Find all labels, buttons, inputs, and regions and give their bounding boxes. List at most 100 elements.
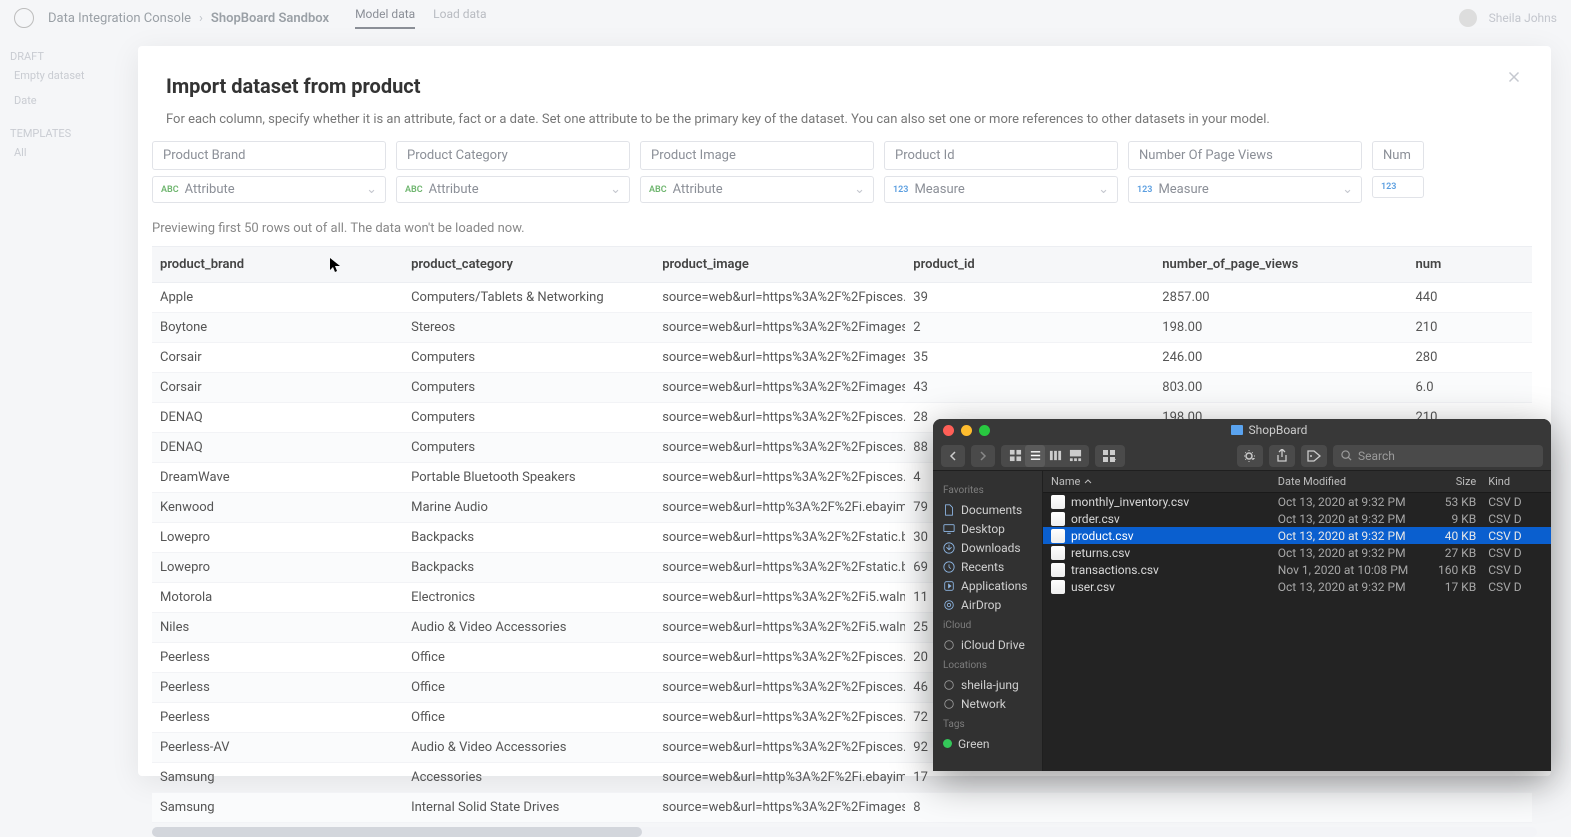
column-name-input[interactable]: Product Category	[396, 141, 630, 170]
finder-title: ShopBoard	[1231, 423, 1308, 437]
finder-list-header[interactable]: Name Date Modified Size Kind	[1043, 471, 1551, 493]
finder-sidebar-tag[interactable]: Green	[939, 734, 1036, 753]
column-name-input[interactable]: Product Id	[884, 141, 1118, 170]
window-close-icon[interactable]	[943, 425, 954, 436]
window-zoom-icon[interactable]	[979, 425, 990, 436]
column-type-dropdown[interactable]: ABCAttribute⌄	[152, 176, 386, 203]
share-button[interactable]	[1269, 445, 1295, 467]
file-date: Oct 13, 2020 at 9:32 PM	[1278, 529, 1420, 543]
column-name-input[interactable]: Product Image	[640, 141, 874, 170]
column-type-dropdown[interactable]: ABCAttribute⌄	[640, 176, 874, 203]
table-cell: 2	[905, 313, 1154, 343]
tab-load-data[interactable]: Load data	[433, 7, 486, 29]
file-size: 27 KB	[1420, 546, 1477, 560]
chevron-down-icon: ⌄	[1342, 182, 1353, 197]
breadcrumb-root[interactable]: Data Integration Console	[48, 11, 191, 26]
text-type-icon: ABC	[649, 185, 667, 195]
column-config: Product Image ABCAttribute⌄	[640, 141, 874, 203]
icon-view-icon[interactable]	[1005, 445, 1025, 467]
finder-sidebar-header: iCloud	[943, 620, 1032, 631]
file-date: Oct 13, 2020 at 9:32 PM	[1278, 580, 1420, 594]
column-name-input[interactable]: Num	[1372, 141, 1424, 170]
table-cell: source=web&url=http%3A%2F%2Fi.ebayimg.c	[654, 763, 905, 793]
col-header-size[interactable]: Size	[1420, 475, 1477, 488]
table-cell	[1407, 793, 1532, 823]
text-type-icon: ABC	[405, 185, 423, 195]
column-type-dropdown[interactable]: 123	[1372, 176, 1424, 198]
horizontal-scrollbar[interactable]	[152, 827, 1537, 837]
table-cell: Lowepro	[152, 553, 403, 583]
gear-icon	[1243, 449, 1257, 463]
scrollbar-thumb[interactable]	[152, 827, 642, 837]
finder-sidebar-item[interactable]: AirDrop	[939, 595, 1036, 614]
col-header-date[interactable]: Date Modified	[1278, 475, 1420, 488]
tag-color-icon	[943, 739, 952, 748]
finder-sidebar-item[interactable]: Recents	[939, 557, 1036, 576]
number-type-icon: 123	[893, 185, 908, 195]
file-icon	[1051, 563, 1065, 577]
gallery-view-icon[interactable]	[1065, 445, 1085, 467]
list-view-icon[interactable]	[1025, 445, 1045, 467]
col-header-kind[interactable]: Kind	[1476, 475, 1543, 488]
finder-sidebar-header: Locations	[943, 660, 1032, 671]
table-cell: Office	[403, 643, 654, 673]
action-button[interactable]	[1237, 445, 1263, 467]
table-cell: 43	[905, 373, 1154, 403]
table-cell: 8	[905, 793, 1154, 823]
file-name: transactions.csv	[1071, 563, 1159, 577]
column-name-input[interactable]: Number Of Page Views	[1128, 141, 1362, 170]
back-button[interactable]	[941, 445, 965, 467]
tags-button[interactable]	[1301, 445, 1327, 467]
file-name: monthly_inventory.csv	[1071, 495, 1189, 509]
finder-sidebar-item[interactable]: iCloud Drive	[939, 635, 1036, 654]
sidebar-item[interactable]: Empty dataset	[10, 63, 120, 88]
close-button[interactable]	[1505, 68, 1523, 90]
column-name-input[interactable]: Product Brand	[152, 141, 386, 170]
avatar[interactable]	[1459, 9, 1477, 27]
file-icon	[1051, 529, 1065, 543]
sidebar-item-label: Downloads	[961, 541, 1021, 555]
finder-sidebar-item[interactable]: Documents	[939, 500, 1036, 519]
finder-sidebar-item[interactable]: Network	[939, 694, 1036, 713]
column-type-dropdown[interactable]: ABCAttribute⌄	[396, 176, 630, 203]
finder-file-row[interactable]: monthly_inventory.csvOct 13, 2020 at 9:3…	[1043, 493, 1551, 510]
table-cell: Computers	[403, 433, 654, 463]
table-cell: Peerless	[152, 703, 403, 733]
finder-file-list: Name Date Modified Size Kind monthly_inv…	[1043, 471, 1551, 771]
finder-sidebar-item[interactable]: Applications	[939, 576, 1036, 595]
window-minimize-icon[interactable]	[961, 425, 972, 436]
table-cell: Motorola	[152, 583, 403, 613]
search-icon	[1341, 450, 1352, 461]
finder-search-input[interactable]: Search	[1333, 445, 1543, 467]
column-type-dropdown[interactable]: 123Measure⌄	[1128, 176, 1362, 203]
col-header-name[interactable]: Name	[1051, 475, 1278, 488]
finder-sidebar-item[interactable]: sheila-jung	[939, 675, 1036, 694]
sidebar-item-icon	[943, 698, 955, 710]
file-icon	[1051, 495, 1065, 509]
sidebar-item[interactable]: Date	[10, 88, 120, 113]
column-view-icon[interactable]	[1045, 445, 1065, 467]
finder-sidebar-item[interactable]: Desktop	[939, 519, 1036, 538]
sidebar-item-label: Network	[961, 697, 1006, 711]
view-mode-toggle[interactable]	[1001, 445, 1089, 467]
table-cell: Backpacks	[403, 523, 654, 553]
file-size: 160 KB	[1420, 563, 1477, 577]
table-cell: Marine Audio	[403, 493, 654, 523]
table-header: product_id	[905, 247, 1154, 283]
finder-file-row[interactable]: product.csvOct 13, 2020 at 9:32 PM40 KBC…	[1043, 527, 1551, 544]
finder-titlebar[interactable]: ShopBoard	[933, 419, 1551, 441]
table-cell: Computers/Tablets & Networking	[403, 283, 654, 313]
column-type-dropdown[interactable]: 123Measure⌄	[884, 176, 1118, 203]
finder-file-row[interactable]: transactions.csvNov 1, 2020 at 10:08 PM1…	[1043, 561, 1551, 578]
finder-file-row[interactable]: returns.csvOct 13, 2020 at 9:32 PM27 KBC…	[1043, 544, 1551, 561]
finder-file-row[interactable]: order.csvOct 13, 2020 at 9:32 PM9 KBCSV …	[1043, 510, 1551, 527]
finder-sidebar-item[interactable]: Downloads	[939, 538, 1036, 557]
sidebar-item[interactable]: All	[10, 140, 120, 165]
group-by-button[interactable]	[1095, 445, 1125, 467]
forward-button[interactable]	[971, 445, 995, 467]
table-cell: source=web&url=https%3A%2F%2Fimages-na	[654, 343, 905, 373]
finder-file-row[interactable]: user.csvOct 13, 2020 at 9:32 PM17 KBCSV …	[1043, 578, 1551, 595]
table-row: CorsairComputerssource=web&url=https%3A%…	[152, 343, 1532, 373]
tab-model-data[interactable]: Model data	[355, 7, 415, 29]
close-icon	[1505, 68, 1523, 86]
